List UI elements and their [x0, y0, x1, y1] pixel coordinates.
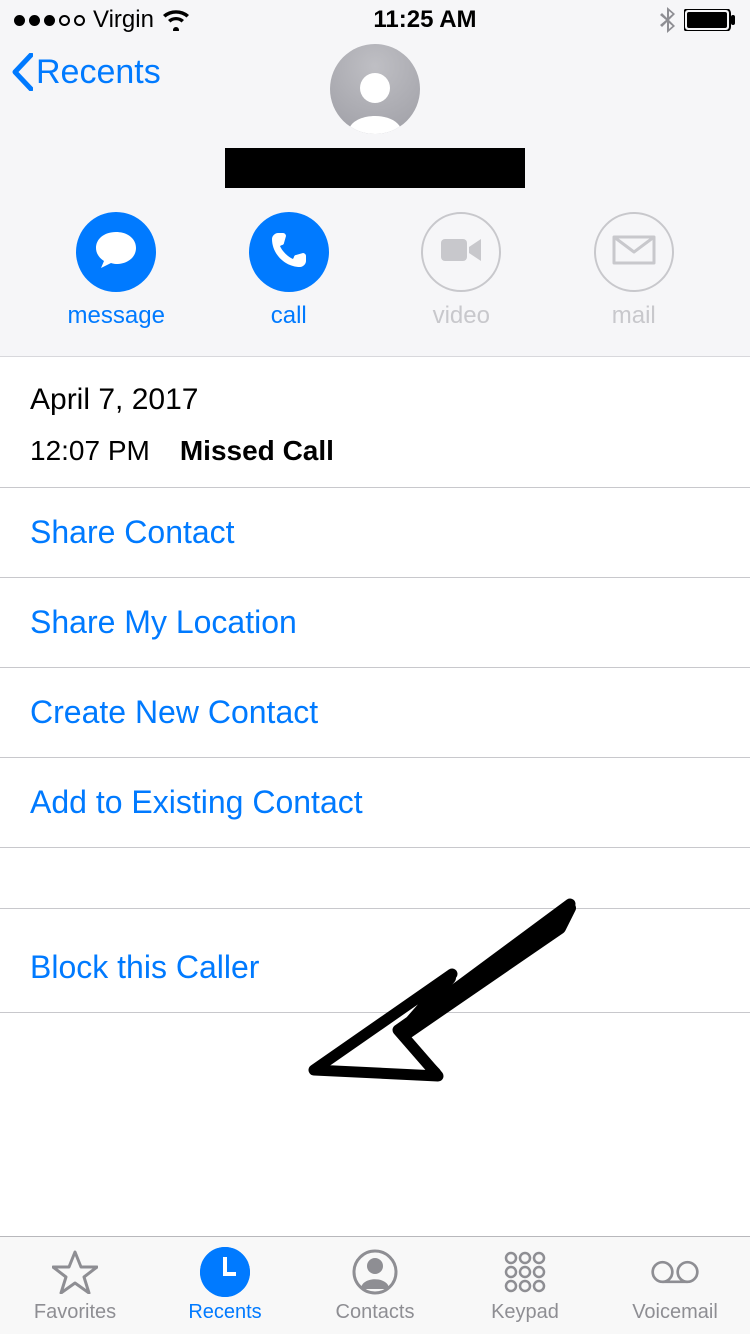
call-log-type: Missed Call [180, 435, 334, 467]
call-log-section: April 7, 2017 12:07 PM Missed Call [0, 357, 750, 488]
call-log-time: 12:07 PM [30, 435, 150, 467]
add-to-existing-contact-button[interactable]: Add to Existing Contact [0, 758, 750, 848]
mail-button[interactable]: mail [569, 212, 699, 330]
voicemail-icon [650, 1247, 700, 1297]
tab-keypad-label: Keypad [491, 1301, 559, 1324]
carrier-label: Virgin [93, 6, 154, 34]
share-location-button[interactable]: Share My Location [0, 578, 750, 668]
call-label: call [271, 302, 307, 330]
star-icon [50, 1247, 100, 1297]
share-contact-button[interactable]: Share Contact [0, 488, 750, 578]
contact-name-redacted [225, 148, 525, 188]
status-bar: Virgin 11:25 AM [0, 0, 750, 40]
tab-keypad[interactable]: Keypad [455, 1247, 595, 1324]
speech-bubble-icon [94, 230, 138, 275]
clock-icon [200, 1247, 250, 1297]
create-new-contact-button[interactable]: Create New Contact [0, 668, 750, 758]
tab-recents-label: Recents [188, 1301, 261, 1324]
keypad-icon [500, 1247, 550, 1297]
tab-favorites[interactable]: Favorites [5, 1247, 145, 1324]
phone-icon [269, 230, 309, 275]
mail-label: mail [612, 302, 656, 330]
call-log-date: April 7, 2017 [30, 383, 720, 417]
envelope-icon [612, 235, 656, 270]
message-button[interactable]: message [51, 212, 181, 330]
video-label: video [433, 302, 490, 330]
status-time: 11:25 AM [373, 6, 476, 34]
tab-voicemail[interactable]: Voicemail [605, 1247, 745, 1324]
tab-voicemail-label: Voicemail [632, 1301, 718, 1324]
wifi-icon [162, 9, 190, 31]
chevron-left-icon [8, 50, 36, 94]
battery-icon [684, 9, 736, 31]
contact-avatar [330, 44, 420, 134]
person-icon [350, 1247, 400, 1297]
bluetooth-icon [660, 7, 676, 33]
contact-header: Recents message call [0, 40, 750, 357]
back-label: Recents [36, 53, 161, 92]
tab-recents[interactable]: Recents [155, 1247, 295, 1324]
tab-favorites-label: Favorites [34, 1301, 116, 1324]
message-label: message [68, 302, 165, 330]
tab-contacts[interactable]: Contacts [305, 1247, 445, 1324]
signal-strength-icon [14, 15, 85, 26]
tab-bar: Favorites Recents Contacts [0, 1236, 750, 1334]
call-button[interactable]: call [224, 212, 354, 330]
block-caller-button[interactable]: Block this Caller [0, 908, 750, 1013]
back-button[interactable]: Recents [8, 50, 161, 94]
tab-contacts-label: Contacts [336, 1301, 415, 1324]
video-icon [439, 235, 483, 270]
video-button[interactable]: video [396, 212, 526, 330]
